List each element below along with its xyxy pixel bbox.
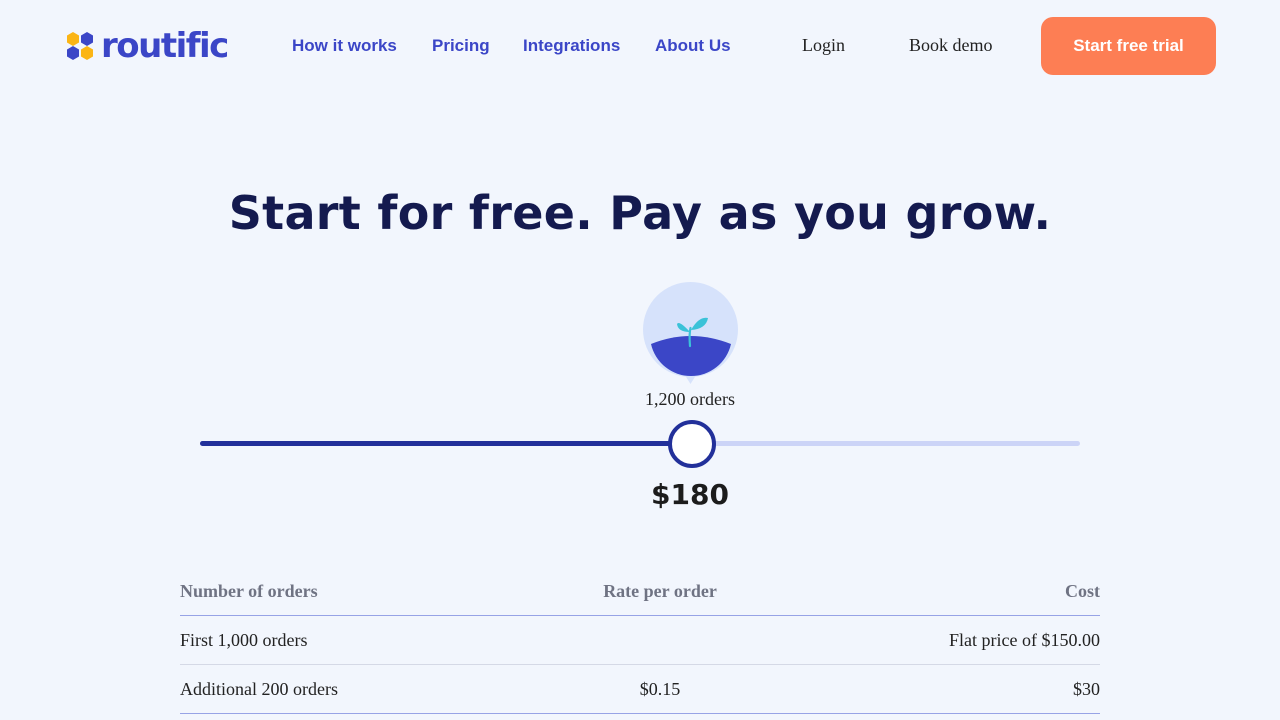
nav-about-us[interactable]: About Us bbox=[655, 36, 731, 56]
nav-pricing[interactable]: Pricing bbox=[432, 36, 490, 56]
monthly-price: $180 bbox=[651, 478, 729, 511]
orders-count-label: 1,200 orders bbox=[645, 389, 735, 409]
pricing-breakdown-table: Number of orders Rate per order Cost Fir… bbox=[180, 568, 1100, 714]
row-cost-cell: Flat price of $150.00 bbox=[949, 629, 1100, 650]
row-orders-cell: First 1,000 orders bbox=[180, 629, 308, 650]
table-row: First 1,000 orders Flat price of $150.00 bbox=[180, 616, 1100, 665]
column-header-cost: Cost bbox=[1065, 581, 1100, 601]
nav-how-it-works[interactable]: How it works bbox=[292, 36, 397, 56]
column-header-orders: Number of orders bbox=[180, 581, 318, 601]
plan-marker bbox=[643, 282, 738, 384]
routific-logo[interactable]: routific bbox=[65, 26, 229, 66]
book-demo-link[interactable]: Book demo bbox=[909, 35, 993, 56]
orders-slider-thumb[interactable] bbox=[667, 420, 716, 468]
table-row: Additional 200 orders $0.15 $30 bbox=[180, 665, 1100, 714]
nav-integrations[interactable]: Integrations bbox=[523, 36, 620, 56]
orders-slider-fill bbox=[200, 441, 692, 446]
row-rate-cell: $0.15 bbox=[639, 678, 681, 699]
table-header-row: Number of orders Rate per order Cost bbox=[180, 568, 1100, 616]
page-headline: Start for free. Pay as you grow. bbox=[228, 186, 1052, 240]
brand-name: routific bbox=[101, 26, 229, 66]
row-cost-cell: $30 bbox=[1073, 678, 1100, 699]
sprout-icon bbox=[643, 282, 738, 384]
row-orders-cell: Additional 200 orders bbox=[180, 678, 338, 699]
column-header-rate: Rate per order bbox=[603, 581, 717, 601]
start-free-trial-button[interactable]: Start free trial bbox=[1041, 17, 1216, 75]
login-link[interactable]: Login bbox=[802, 35, 845, 56]
routific-logo-icon bbox=[65, 31, 95, 61]
